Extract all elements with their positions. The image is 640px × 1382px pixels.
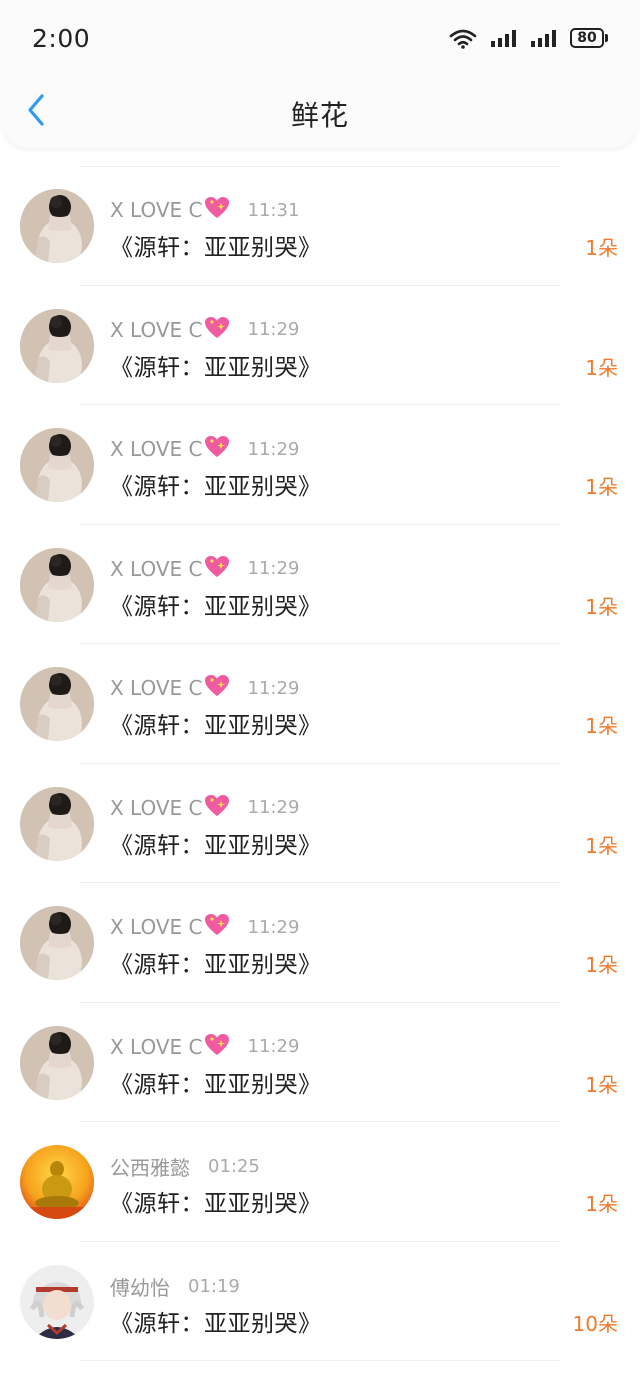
item-time: 01:19	[188, 1275, 240, 1297]
item-time: 11:29	[247, 1036, 300, 1057]
item-content: 《源轩：亚亚别哭》	[110, 354, 322, 381]
list-item[interactable]: X LOVE C 11:31 《源轩：亚亚别哭》 1朵	[0, 166, 640, 286]
avatar[interactable]	[20, 906, 94, 980]
list-item[interactable]: X LOVE C 11:29 《源轩：亚亚别哭》 1朵	[0, 644, 640, 764]
item-content: 《源轩：亚亚别哭》	[110, 1071, 322, 1098]
username[interactable]: 傅幼怡	[110, 1272, 170, 1301]
item-meta: 公西雅懿 01:25	[110, 1152, 260, 1181]
flower-list: X LOVE C 11:31 《源轩：亚亚别哭》 1朵 X LOVE C 11:29…	[0, 166, 640, 1361]
item-meta: X LOVE C 11:29	[110, 913, 299, 941]
item-meta: X LOVE C 11:29	[110, 435, 299, 463]
avatar[interactable]	[20, 189, 94, 263]
page-title: 鲜花	[290, 99, 349, 132]
item-content: 《源轩：亚亚别哭》	[110, 713, 322, 739]
battery-level: 80	[570, 28, 604, 48]
username[interactable]: X LOVE C	[110, 1035, 203, 1059]
signal-icon	[530, 28, 558, 48]
list-item[interactable]: 傅幼怡 01:19 《源轩：亚亚别哭》 10朵	[0, 1242, 640, 1361]
status-time: 2:00	[32, 23, 91, 53]
username[interactable]: X LOVE C	[110, 915, 203, 939]
sparkling-heart-icon	[204, 674, 230, 702]
avatar[interactable]	[20, 1145, 94, 1219]
flower-count: 1朵	[585, 1072, 618, 1097]
sparkling-heart-icon	[204, 1033, 230, 1061]
item-time: 11:29	[247, 558, 300, 579]
item-time: 11:29	[247, 438, 300, 460]
avatar[interactable]	[20, 1025, 94, 1100]
item-meta: X LOVE C 11:31	[110, 196, 299, 224]
item-time: 11:31	[247, 199, 300, 221]
list-item[interactable]: X LOVE C 11:29 《源轩：亚亚别哭》 1朵	[0, 883, 640, 1003]
item-content: 《源轩：亚亚别哭》	[110, 235, 322, 261]
item-time: 01:25	[208, 1156, 260, 1177]
avatar[interactable]	[20, 428, 94, 502]
avatar[interactable]	[20, 1264, 94, 1339]
item-content: 《源轩：亚亚别哭》	[110, 474, 322, 500]
username[interactable]: 公西雅懿	[110, 1152, 190, 1181]
status-bar: 2:00 80	[0, 0, 640, 76]
avatar[interactable]	[20, 308, 94, 383]
item-meta: X LOVE C 11:29	[110, 316, 299, 344]
avatar[interactable]	[20, 547, 94, 622]
flower-count: 1朵	[585, 953, 618, 977]
avatar[interactable]	[20, 667, 94, 741]
list-item[interactable]: X LOVE C 11:29 《源轩：亚亚别哭》 1朵	[0, 525, 640, 644]
username[interactable]: X LOVE C	[110, 676, 203, 700]
item-meta: X LOVE C 11:29	[110, 674, 299, 702]
flower-count: 1朵	[585, 833, 618, 858]
list-item[interactable]: X LOVE C 11:29 《源轩：亚亚别哭》 1朵	[0, 764, 640, 883]
username[interactable]: X LOVE C	[110, 318, 203, 342]
item-time: 11:29	[247, 319, 300, 340]
divider	[80, 1360, 560, 1361]
username[interactable]: X LOVE C	[110, 796, 203, 820]
list-item[interactable]: 公西雅懿 01:25 《源轩：亚亚别哭》 1朵	[0, 1122, 640, 1242]
item-meta: X LOVE C 11:29	[110, 555, 299, 583]
list-item[interactable]: X LOVE C 11:29 《源轩：亚亚别哭》 1朵	[0, 405, 640, 525]
sparkling-heart-icon	[204, 555, 230, 583]
battery-icon: 80	[570, 28, 608, 48]
username[interactable]: X LOVE C	[110, 437, 203, 461]
status-icons: 80	[448, 27, 608, 49]
item-meta: X LOVE C 11:29	[110, 1033, 299, 1061]
username[interactable]: X LOVE C	[110, 198, 203, 222]
sparkling-heart-icon	[204, 316, 230, 344]
item-meta: 傅幼怡 01:19	[110, 1272, 240, 1301]
flower-count: 10朵	[572, 1311, 618, 1336]
flower-count: 1朵	[585, 236, 618, 260]
flower-count: 1朵	[585, 475, 618, 499]
sparkling-heart-icon	[204, 196, 230, 224]
list-item[interactable]: X LOVE C 11:29 《源轩：亚亚别哭》 1朵	[0, 286, 640, 405]
flower-count: 1朵	[585, 355, 618, 380]
signal-icon	[490, 28, 518, 48]
item-content: 《源轩：亚亚别哭》	[110, 952, 322, 978]
item-content: 《源轩：亚亚别哭》	[110, 832, 322, 859]
item-time: 11:29	[247, 797, 300, 818]
wifi-icon	[448, 27, 478, 49]
sparkling-heart-icon	[204, 913, 230, 941]
sparkling-heart-icon	[204, 435, 230, 463]
item-time: 11:29	[247, 677, 300, 699]
sparkling-heart-icon	[204, 794, 230, 822]
item-content: 《源轩：亚亚别哭》	[110, 1310, 322, 1337]
flower-count: 1朵	[585, 1192, 618, 1216]
username[interactable]: X LOVE C	[110, 557, 203, 581]
item-time: 11:29	[247, 916, 300, 938]
flower-count: 1朵	[585, 594, 618, 619]
item-content: 《源轩：亚亚别哭》	[110, 593, 322, 620]
list-item[interactable]: X LOVE C 11:29 《源轩：亚亚别哭》 1朵	[0, 1003, 640, 1122]
flower-count: 1朵	[585, 714, 618, 738]
item-meta: X LOVE C 11:29	[110, 794, 299, 822]
header-bar: 鲜花	[2, 76, 638, 148]
item-content: 《源轩：亚亚别哭》	[110, 1191, 322, 1217]
avatar[interactable]	[20, 786, 94, 861]
